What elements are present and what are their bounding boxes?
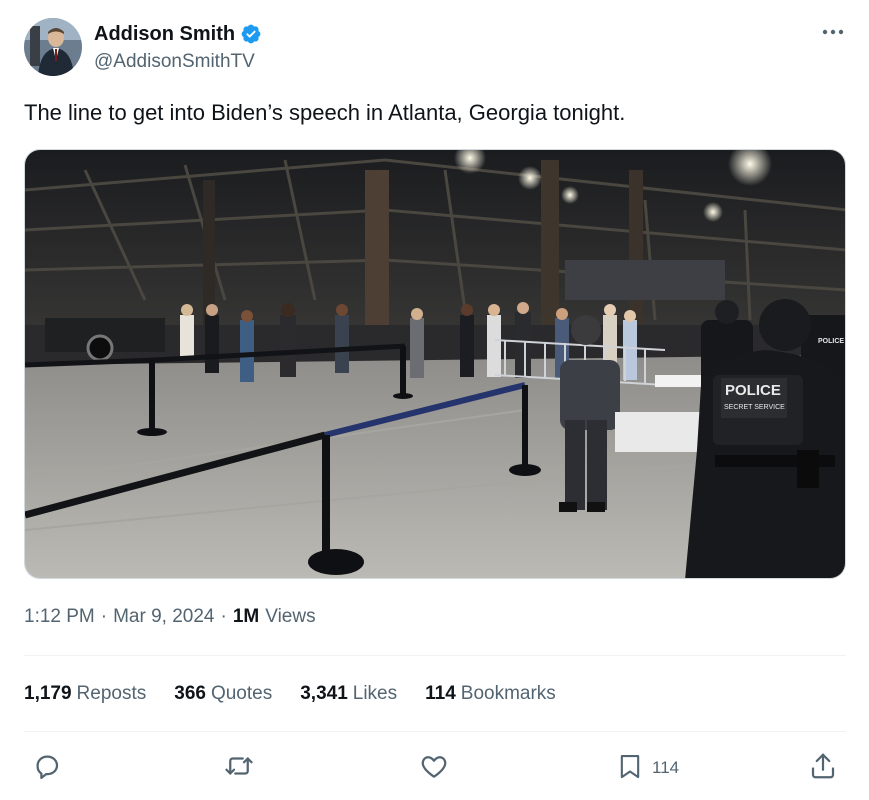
tweet-meta: 1:12 PM · Mar 9, 2024 · 1M Views bbox=[24, 605, 316, 629]
likes-label: Likes bbox=[352, 683, 398, 704]
repost-icon bbox=[223, 751, 255, 786]
share-button[interactable] bbox=[808, 748, 838, 788]
divider bbox=[24, 731, 846, 732]
bookmarks-label: Bookmarks bbox=[460, 683, 556, 704]
bookmarks-stat[interactable]: 114 Bookmarks bbox=[425, 682, 556, 706]
meta-separator: · bbox=[220, 606, 227, 627]
police-badge-text: POLICE bbox=[725, 382, 781, 399]
quotes-label: Quotes bbox=[210, 683, 273, 704]
reposts-label: Reposts bbox=[76, 683, 147, 704]
handle[interactable]: @AddisonSmithTV bbox=[94, 50, 255, 74]
meta-separator: · bbox=[100, 606, 108, 627]
bookmark-button[interactable]: 114 bbox=[616, 748, 679, 788]
divider bbox=[24, 655, 846, 656]
bookmark-icon bbox=[616, 751, 644, 786]
quotes-count: 366 bbox=[174, 683, 206, 704]
action-bar: 114 bbox=[24, 748, 846, 788]
tweet-header: Addison Smith @AddisonSmithTV bbox=[24, 18, 846, 78]
quotes-stat[interactable]: 366 Quotes bbox=[174, 682, 272, 706]
views-count: 1M bbox=[232, 606, 260, 627]
bookmark-count: 114 bbox=[652, 758, 680, 777]
reply-icon bbox=[32, 751, 62, 786]
reposts-count: 1,179 bbox=[24, 683, 72, 704]
tweet-time[interactable]: 1:12 PM bbox=[24, 605, 95, 629]
like-icon bbox=[419, 751, 449, 786]
share-icon bbox=[808, 751, 838, 786]
police-patch-text: POLICE bbox=[818, 338, 844, 345]
repost-button[interactable] bbox=[223, 748, 255, 788]
secret-service-text: SECRET SERVICE bbox=[724, 404, 785, 411]
display-name[interactable]: Addison Smith bbox=[94, 22, 235, 46]
verified-badge-icon[interactable] bbox=[240, 23, 262, 45]
like-button[interactable] bbox=[419, 748, 449, 788]
more-horizontal-icon[interactable] bbox=[820, 20, 846, 44]
likes-count: 3,341 bbox=[300, 683, 348, 704]
tweet-text: The line to get into Biden’s speech in A… bbox=[24, 100, 626, 125]
reply-button[interactable] bbox=[32, 748, 62, 788]
tweet-stats: 1,179 Reposts 366 Quotes 3,341 Likes 114… bbox=[24, 682, 556, 706]
avatar[interactable] bbox=[24, 18, 82, 76]
tweet-date[interactable]: Mar 9, 2024 bbox=[113, 605, 214, 629]
tweet-photo[interactable]: POLICE POLICE SECRET SERVICE bbox=[24, 149, 846, 579]
likes-stat[interactable]: 3,341 Likes bbox=[300, 682, 397, 706]
bookmarks-count: 114 bbox=[425, 683, 456, 704]
views-label: Views bbox=[265, 606, 316, 627]
reposts-stat[interactable]: 1,179 Reposts bbox=[24, 682, 146, 706]
